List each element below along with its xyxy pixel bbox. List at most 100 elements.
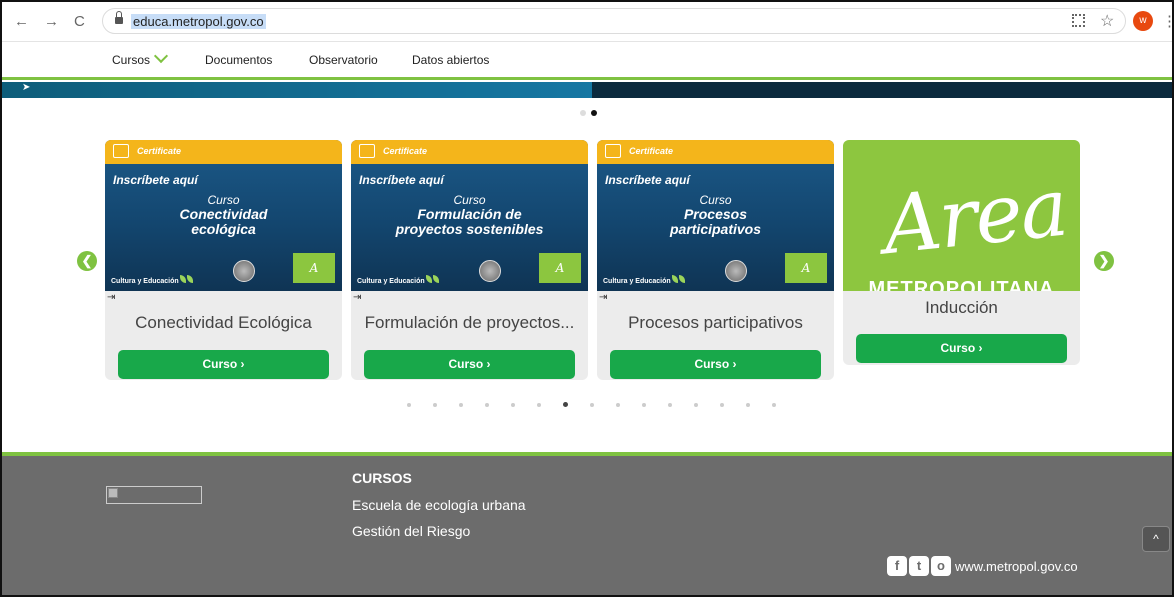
footer-heading: CURSOS <box>352 470 412 486</box>
hero-banner[interactable]: ➤ <box>2 82 1172 98</box>
course-banner-line: ecológica <box>191 221 256 237</box>
card-title: Conectividad Ecológica <box>135 313 312 332</box>
pagination-dot[interactable] <box>772 403 776 407</box>
browser-window: ← → C educa.metropol.gov.co ☆ w ⋮ Cursos… <box>0 0 1174 597</box>
inscribe-text: Inscríbete aquí <box>605 173 690 187</box>
website-link[interactable]: www.metropol.gov.co <box>955 559 1078 574</box>
url-text[interactable]: educa.metropol.gov.co <box>131 14 266 29</box>
hero-pagination <box>580 103 602 121</box>
pagination-dot[interactable] <box>616 403 620 407</box>
curso-word: Curso <box>453 193 486 207</box>
curso-button[interactable]: Curso › <box>364 350 575 379</box>
card-title: Inducción <box>925 298 998 317</box>
course-card: Area METROPOLITANA Inducción Curso › <box>843 140 1080 365</box>
pagination-dot[interactable] <box>720 403 724 407</box>
scroll-to-top-button[interactable]: ^ <box>1142 526 1170 552</box>
leaf-icon <box>671 275 678 283</box>
share-icon[interactable]: ⇥ <box>599 292 607 303</box>
course-card: Certificate Inscríbete aquí Curso Proces… <box>597 140 834 380</box>
pagination-dot[interactable] <box>746 403 750 407</box>
curso-button[interactable]: Curso › <box>610 350 821 379</box>
browser-menu-icon[interactable]: ⋮ <box>1162 12 1172 30</box>
profile-avatar[interactable]: w <box>1133 11 1153 31</box>
certificate-label: Certificate <box>629 146 674 156</box>
bookmark-star-icon[interactable]: ☆ <box>1100 11 1114 31</box>
course-banner-title: Conectividad ecológica <box>105 207 342 237</box>
social-links: f t o www.metropol.gov.co <box>887 556 1078 576</box>
course-banner-line: proyectos sostenibles <box>395 221 544 237</box>
share-icon[interactable]: ⇥ <box>107 292 115 303</box>
pagination-dot[interactable] <box>537 403 541 407</box>
seal-icon <box>479 260 501 282</box>
chevron-down-icon <box>153 48 169 64</box>
course-banner-image[interactable]: Certificate Inscríbete aquí Curso Conect… <box>105 140 342 291</box>
course-banner-line: Conectividad <box>179 206 268 222</box>
leaf-icon <box>425 275 432 283</box>
pagination-dot[interactable] <box>642 403 646 407</box>
area-logo-icon: A <box>293 253 335 283</box>
cultura-label: Cultura y Educación <box>603 275 685 285</box>
footer-link-gestion-riesgo[interactable]: Gestión del Riesgo <box>352 523 470 539</box>
course-card: Certificate Inscríbete aquí Curso Formul… <box>351 140 588 380</box>
pagination-dot[interactable] <box>459 403 463 407</box>
cultura-text: Cultura y Educación <box>357 278 425 285</box>
hero-dot-active[interactable] <box>591 110 597 116</box>
pagination-dot[interactable] <box>694 403 698 407</box>
carousel-pagination <box>407 394 798 412</box>
pagination-dot[interactable] <box>485 403 489 407</box>
leaf-icon <box>432 275 439 283</box>
address-bar[interactable]: educa.metropol.gov.co <box>102 8 1126 34</box>
certificate-icon <box>605 144 621 158</box>
certificate-bar: Certificate <box>351 140 588 164</box>
footer: CURSOS Escuela de ecología urbana Gestió… <box>2 452 1172 595</box>
curso-button[interactable]: Curso › <box>118 350 329 379</box>
pagination-dot[interactable] <box>590 403 594 407</box>
curso-button[interactable]: Curso › <box>856 334 1067 363</box>
arrow-icon: ➤ <box>22 82 31 93</box>
inscribe-text: Inscríbete aquí <box>113 173 198 187</box>
facebook-icon[interactable]: f <box>887 556 907 576</box>
back-button[interactable]: ← <box>14 13 29 30</box>
carousel-prev-button[interactable]: ❮ <box>77 251 97 271</box>
pagination-dot[interactable] <box>511 403 515 407</box>
nav-item-cursos[interactable]: Cursos <box>112 48 169 67</box>
course-banner-image[interactable]: Certificate Inscríbete aquí Curso Proces… <box>597 140 834 291</box>
course-banner-title: Formulación de proyectos sostenibles <box>351 207 588 237</box>
forward-button[interactable]: → <box>44 13 59 30</box>
lock-icon <box>115 11 123 25</box>
twitter-icon[interactable]: t <box>909 556 929 576</box>
curso-word: Curso <box>699 193 732 207</box>
area-logo-icon: A <box>539 253 581 283</box>
cultura-text: Cultura y Educación <box>111 278 179 285</box>
nav-item-datos-abiertos[interactable]: Datos abiertos <box>412 53 489 67</box>
seal-icon <box>233 260 255 282</box>
footer-link-escuela[interactable]: Escuela de ecología urbana <box>352 497 526 513</box>
reload-button[interactable]: C <box>74 13 85 30</box>
cultura-text: Cultura y Educación <box>603 278 671 285</box>
course-card: Certificate Inscríbete aquí Curso Conect… <box>105 140 342 380</box>
cultura-label: Cultura y Educación <box>111 275 193 285</box>
pagination-dot[interactable] <box>668 403 672 407</box>
nav-item-observatorio[interactable]: Observatorio <box>309 53 378 67</box>
nav-item-documentos[interactable]: Documentos <box>205 53 272 67</box>
pagination-dot[interactable] <box>407 403 411 407</box>
qr-code-icon[interactable] <box>1072 14 1085 27</box>
card-title: Formulación de proyectos... <box>364 313 575 332</box>
certificate-icon <box>113 144 129 158</box>
nav-label: Cursos <box>112 53 151 67</box>
browser-toolbar: ← → C educa.metropol.gov.co ☆ w ⋮ <box>2 2 1172 42</box>
course-banner-image[interactable]: Certificate Inscríbete aquí Curso Formul… <box>351 140 588 291</box>
carousel-next-button[interactable]: ❯ <box>1094 251 1114 271</box>
pagination-dot[interactable] <box>433 403 437 407</box>
share-icon[interactable]: ⇥ <box>353 292 361 303</box>
pagination-dot-active[interactable] <box>563 402 568 407</box>
seal-icon <box>725 260 747 282</box>
course-banner-image[interactable]: Area METROPOLITANA <box>843 140 1080 291</box>
cultura-label: Cultura y Educación <box>357 275 439 285</box>
instagram-icon[interactable]: o <box>931 556 951 576</box>
site-navigation: Cursos Documentos Observatorio Datos abi… <box>2 43 1172 80</box>
leaf-icon <box>678 275 685 283</box>
hero-dot[interactable] <box>580 110 586 116</box>
area-logo-text: Area <box>878 160 1071 273</box>
certificate-icon <box>359 144 375 158</box>
